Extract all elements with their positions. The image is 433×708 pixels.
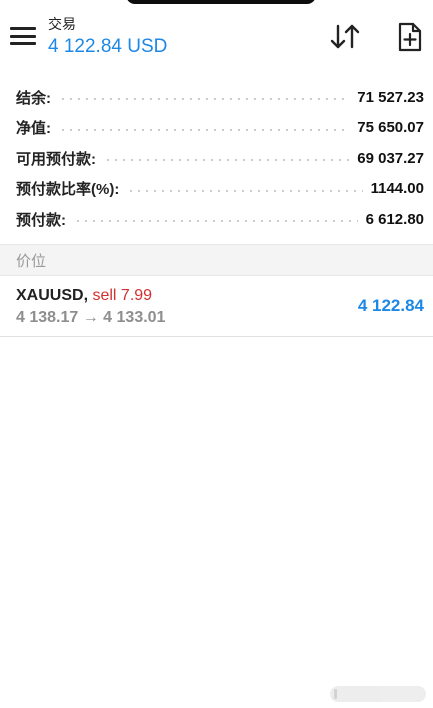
system-nav-handle[interactable] — [330, 686, 426, 702]
summary-row-free-margin: 可用预付款: 69 037.27 — [0, 143, 433, 174]
position-symbol: XAUUSD, — [16, 287, 89, 304]
summary-value: 1144.00 — [370, 180, 424, 198]
account-summary: 结余: 71 527.23 净值: 75 650.07 可用预付款: 69 03… — [0, 82, 433, 235]
position-row[interactable]: XAUUSD, sell 7.99 4 138.17 → 4 133.01 4 … — [0, 277, 433, 337]
menu-icon[interactable] — [10, 24, 36, 48]
page-title: 交易 — [48, 16, 76, 32]
dot-leader — [74, 220, 358, 223]
dot-leader — [104, 159, 350, 162]
summary-label: 预付款比率(%): — [16, 181, 120, 199]
new-order-icon[interactable] — [395, 20, 425, 54]
position-prices: 4 138.17 → 4 133.01 — [16, 309, 166, 326]
position-title: XAUUSD, sell 7.99 — [16, 287, 152, 305]
summary-row-margin: 预付款: 6 612.80 — [0, 204, 433, 235]
dot-leader — [59, 128, 350, 131]
position-profit: 4 122.84 — [357, 296, 424, 315]
dot-leader — [127, 189, 363, 192]
summary-value: 6 612.80 — [365, 210, 424, 228]
positions-section-header: 价位 — [0, 244, 433, 276]
summary-label: 净值: — [16, 120, 51, 138]
summary-label: 预付款: — [16, 211, 66, 229]
app-header: 交易 4 122.84 USD — [0, 0, 433, 72]
summary-row-margin-level: 预付款比率(%): 1144.00 — [0, 174, 433, 205]
summary-label: 结余: — [16, 89, 51, 107]
position-side: sell 7.99 — [92, 287, 153, 304]
profit-summary: 4 122.84 USD — [48, 36, 168, 57]
summary-row-equity: 净值: 75 650.07 — [0, 113, 433, 144]
sort-icon[interactable] — [328, 20, 362, 54]
summary-row-balance: 结余: 71 527.23 — [0, 82, 433, 113]
dot-leader — [59, 98, 350, 101]
summary-label: 可用预付款: — [16, 150, 96, 168]
summary-value: 75 650.07 — [357, 119, 424, 137]
summary-value: 69 037.27 — [357, 149, 424, 167]
summary-value: 71 527.23 — [357, 88, 424, 106]
trade-screen: 交易 4 122.84 USD 结余: 71 527.23 净值: 75 650… — [0, 0, 433, 708]
